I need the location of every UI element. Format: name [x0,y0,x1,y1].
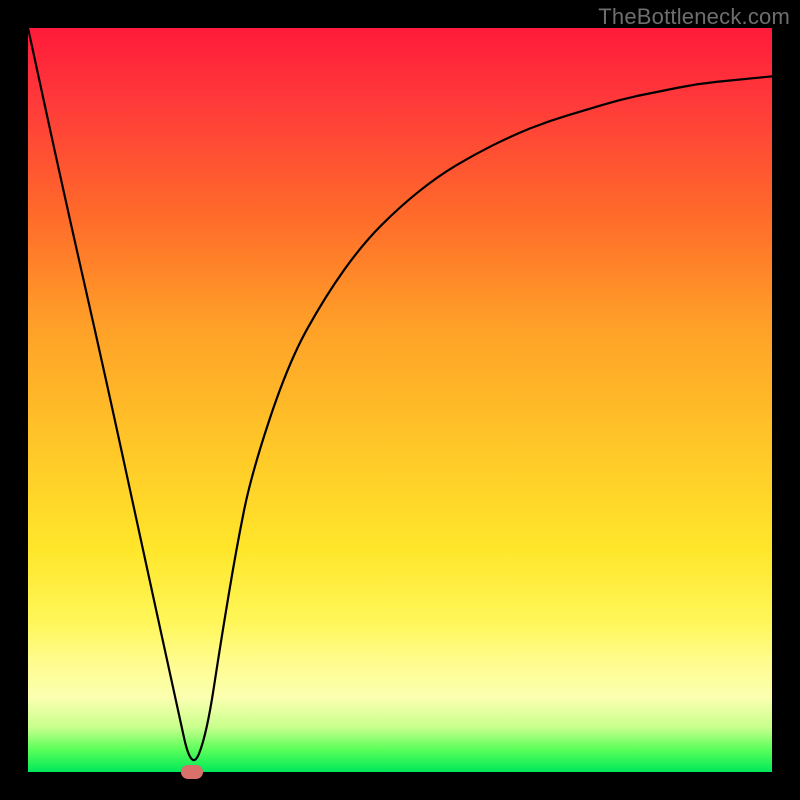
chart-frame [28,28,772,772]
watermark-text: TheBottleneck.com [598,4,790,30]
bottleneck-curve [28,28,772,772]
